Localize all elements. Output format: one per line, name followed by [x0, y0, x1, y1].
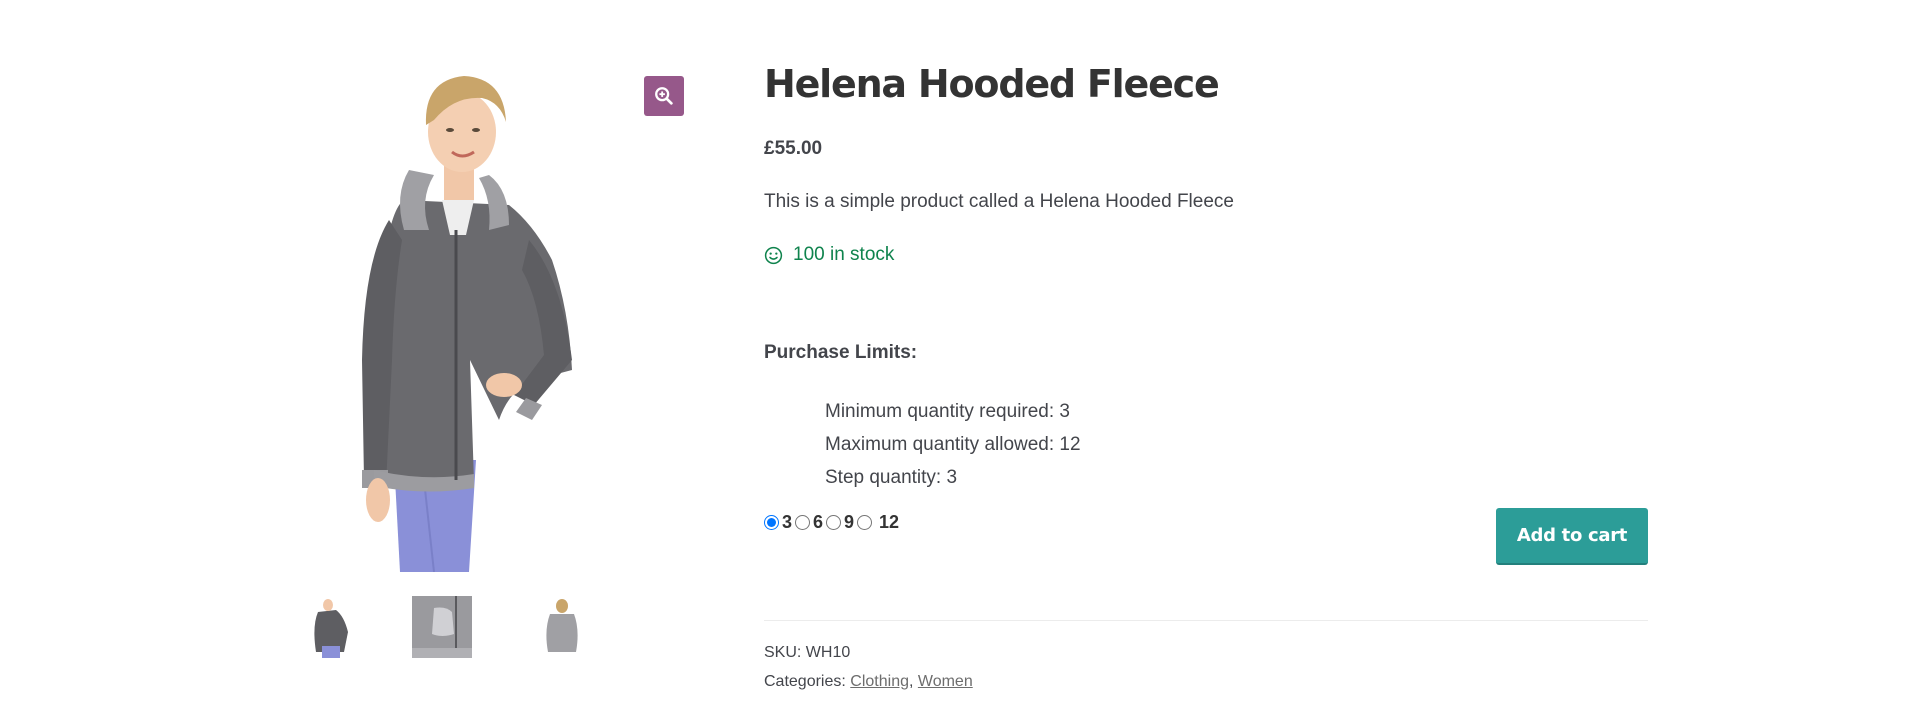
limit-step: Step quantity: 3 [825, 467, 958, 488]
quantity-radio-12[interactable] [857, 515, 873, 530]
product-summary: Helena Hooded Fleece £55.00 This is a si… [764, 60, 1648, 690]
sku-label: SKU: [764, 644, 802, 661]
limit-min: Minimum quantity required: 3 [825, 401, 1070, 422]
sku-value: WH10 [805, 644, 851, 661]
quantity-option-9[interactable]: 9 [826, 512, 857, 533]
product-title: Helena Hooded Fleece [764, 62, 1220, 106]
divider [764, 620, 1648, 621]
purchase-limits-list: Minimum quantity required: 3 Maximum qua… [825, 395, 1081, 494]
product-photo [362, 76, 572, 573]
stock-status: 100 in stock [764, 244, 894, 266]
purchase-limits-heading: Purchase Limits: [764, 342, 918, 363]
category-link-clothing[interactable]: Clothing [850, 673, 909, 690]
product-gallery [294, 60, 688, 658]
quantity-option-12[interactable]: 12 [857, 512, 902, 533]
thumbnail-strip [294, 596, 688, 666]
categories-label: Categories: [764, 673, 846, 690]
product-meta: SKU: WH10 Categories: Clothing, Women [764, 638, 973, 696]
quantity-radio-6[interactable] [795, 515, 811, 530]
quantity-radio-9[interactable] [826, 515, 842, 530]
categories-line: Categories: Clothing, Women [764, 667, 973, 696]
zoom-in-icon [655, 87, 673, 105]
quantity-options: 3 6 9 12 [764, 512, 902, 533]
product-description: This is a simple product called a Helena… [764, 191, 1234, 212]
stock-text: 100 in stock [793, 244, 895, 265]
category-separator: , [908, 673, 914, 690]
quantity-radio-3[interactable] [764, 515, 779, 530]
zoom-button[interactable] [644, 76, 684, 116]
thumbnail-back[interactable] [532, 596, 592, 658]
quantity-option-3[interactable]: 3 [764, 512, 795, 533]
quantity-option-6[interactable]: 6 [795, 512, 826, 533]
limit-max: Maximum quantity allowed: 12 [825, 434, 1081, 455]
sku-line: SKU: WH10 [764, 638, 973, 667]
category-link-women[interactable]: Women [918, 673, 973, 690]
smiley-icon [764, 246, 783, 264]
product-price: £55.00 [764, 138, 823, 159]
add-to-cart-button[interactable]: Add to cart [1496, 508, 1648, 565]
thumbnail-pocket[interactable] [412, 596, 472, 658]
thumbnail-front[interactable] [304, 596, 364, 658]
product-main-image[interactable] [294, 60, 688, 573]
